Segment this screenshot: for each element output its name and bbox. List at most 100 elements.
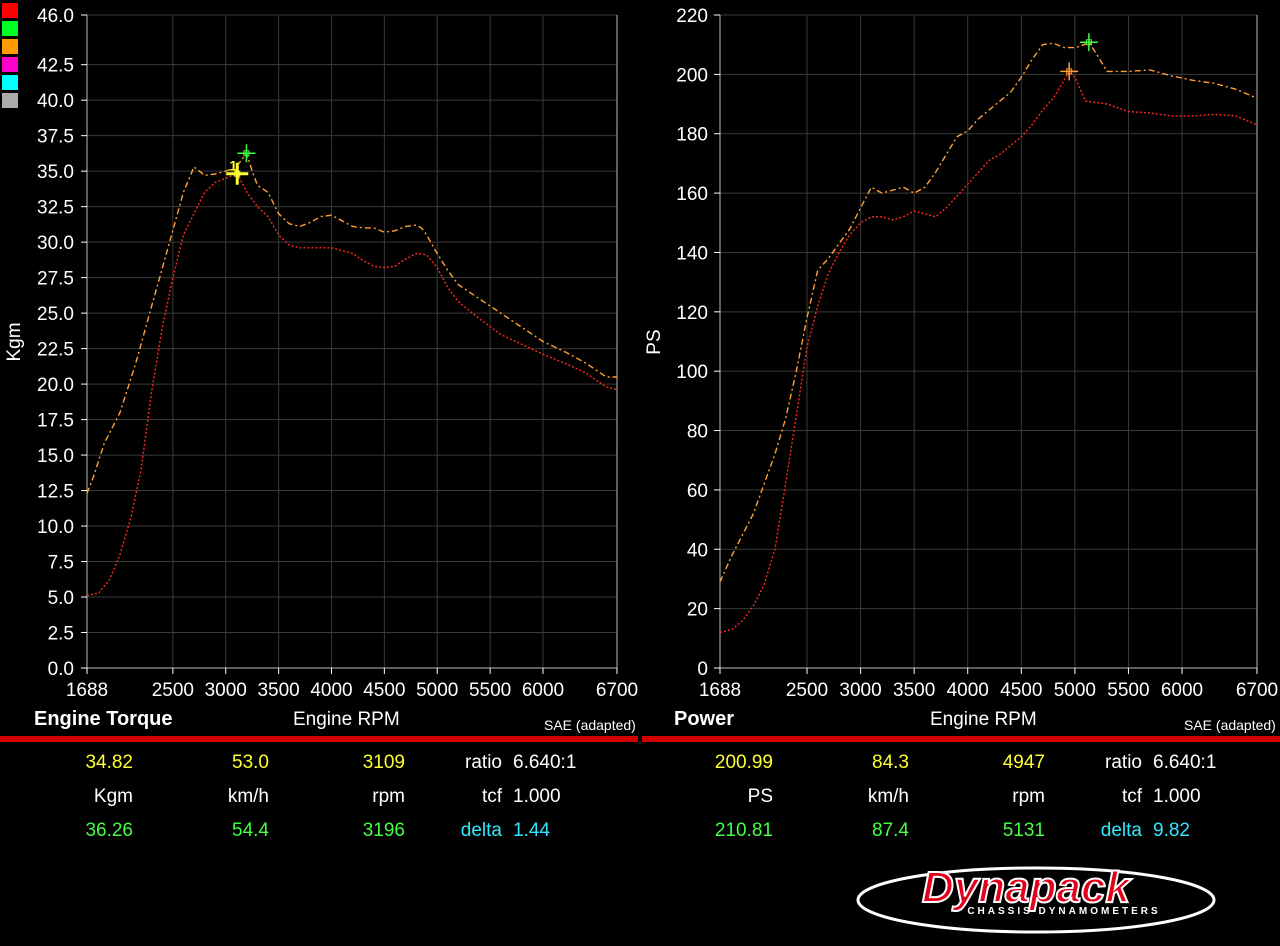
logo-brand-text: Dynapack [922, 863, 1132, 912]
power-rpm-unit: rpm [1012, 786, 1045, 807]
torque-y-tick-label: 32.5 [37, 198, 74, 219]
power-x-axis-title: Engine RPM [930, 709, 1037, 730]
torque-y-tick-label: 20.0 [37, 375, 74, 396]
power-run1-rpm: 4947 [1002, 752, 1045, 773]
torque-x-tick-label: 5000 [416, 680, 458, 701]
power-x-tick-label: 4500 [1000, 680, 1042, 701]
power-x-tick-label: 3500 [893, 680, 935, 701]
power-run2-value: 210.81 [714, 820, 773, 841]
torque-y-tick-label: 40.0 [37, 91, 74, 112]
power-tcf-value: 1.000 [1153, 786, 1201, 807]
torque-y-tick-label: 10.0 [37, 517, 74, 538]
power-run1-value: 200.99 [714, 752, 773, 773]
power-x-tick-label: 3000 [839, 680, 881, 701]
torque-run2-speed: 54.4 [232, 820, 269, 841]
torque-y-axis-label: Kgm [4, 322, 25, 361]
torque-y-tick-label: 37.5 [37, 127, 74, 148]
torque-correction-label: SAE (adapted) [544, 717, 636, 733]
power-chart-title: Power [674, 708, 735, 730]
torque-series-line-2 [86, 172, 618, 597]
torque-y-tick-label: 46.0 [37, 6, 74, 27]
power-ratio-value: 6.640:1 [1153, 752, 1217, 773]
torque-y-tick-label: 22.5 [37, 340, 74, 361]
power-ratio-label: ratio [1105, 752, 1142, 773]
torque-y-tick-label: 42.5 [37, 56, 74, 77]
dyno-charts: 0.0 2.5 5.0 7.5 10.0 12.5 15.0 17.5 20.0 22.5 25.0… [4, 6, 1278, 701]
torque-run2-rpm: 3196 [362, 820, 405, 841]
torque-x-tick-label: 6000 [522, 680, 564, 701]
torque-run1-rpm: 3109 [362, 752, 405, 773]
power-y-axis-label: PS [644, 329, 665, 354]
torque-delta-value: 1.44 [513, 820, 550, 841]
torque-tcf-value: 1.000 [513, 786, 561, 807]
torque-divider-bar [0, 736, 638, 742]
torque-unit-label: Kgm [93, 786, 133, 807]
torque-x-tick-label: 4500 [363, 680, 405, 701]
torque-x-tick-label: 6700 [596, 680, 638, 701]
power-correction-label: SAE (adapted) [1184, 717, 1276, 733]
torque-series-line-1 [86, 151, 617, 494]
torque-y-tick-label: 17.5 [37, 411, 74, 432]
power-delta-label: delta [1100, 820, 1142, 841]
torque-chart-title: Engine Torque [34, 708, 173, 730]
torque-delta-label: delta [460, 820, 502, 841]
torque-cursor-label: 1 [229, 158, 237, 174]
power-divider-bar [642, 736, 1280, 742]
torque-y-tick-label: 35.0 [37, 162, 74, 183]
dynapack-logo: Dynapack CHASSIS DYNAMOMETERS [856, 862, 1216, 934]
power-speed-unit: km/h [867, 786, 909, 807]
power-x-tick-label: 4000 [947, 680, 989, 701]
power-y-tick-label: 40 [687, 540, 708, 561]
power-y-tick-label: 140 [676, 243, 708, 264]
power-chart: 0 20 40 60 80 100 120 140 160 180 200 220 1688 2500 30… [644, 6, 1278, 701]
power-x-tick-label: 6700 [1236, 680, 1278, 701]
torque-y-tick-label: 0.0 [48, 659, 74, 680]
power-y-tick-label: 220 [676, 6, 708, 27]
power-x-tick-label: 5000 [1054, 680, 1096, 701]
power-delta-value: 9.82 [1153, 820, 1190, 841]
torque-x-tick-label: 3500 [257, 680, 299, 701]
power-y-tick-label: 200 [676, 65, 708, 86]
power-run2-rpm: 5131 [1002, 820, 1045, 841]
power-series-line-2 [719, 70, 1258, 634]
torque-ratio-value: 6.640:1 [513, 752, 577, 773]
torque-speed-unit: km/h [227, 786, 269, 807]
power-y-tick-label: 60 [687, 481, 708, 502]
power-y-tick-label: 100 [676, 362, 708, 383]
torque-y-tick-label: 2.5 [48, 624, 74, 645]
power-y-tick-label: 120 [676, 303, 708, 324]
torque-x-tick-label: 3000 [205, 680, 247, 701]
power-x-tick-label: 5500 [1107, 680, 1149, 701]
torque-y-tick-label: 25.0 [37, 304, 74, 325]
torque-x-tick-label: 2500 [152, 680, 194, 701]
torque-y-tick-label: 30.0 [37, 233, 74, 254]
torque-ratio-label: ratio [465, 752, 502, 773]
torque-x-tick-label: 5500 [469, 680, 511, 701]
torque-rpm-unit: rpm [372, 786, 405, 807]
power-run2-speed: 87.4 [872, 820, 909, 841]
torque-run2-value: 36.26 [85, 820, 133, 841]
power-y-tick-label: 0 [697, 659, 708, 680]
power-x-tick-label: 6000 [1161, 680, 1203, 701]
torque-chart: 0.0 2.5 5.0 7.5 10.0 12.5 15.0 17.5 20.0 22.5 25.0… [4, 6, 638, 701]
power-x-tick-label: 2500 [786, 680, 828, 701]
torque-y-tick-label: 12.5 [37, 482, 74, 503]
power-tcf-label: tcf [1121, 786, 1142, 807]
torque-tcf-label: tcf [481, 786, 502, 807]
torque-x-tick-label: 1688 [66, 680, 108, 701]
torque-x-tick-label: 4000 [310, 680, 352, 701]
power-run1-speed: 84.3 [872, 752, 909, 773]
logo-tagline: CHASSIS DYNAMOMETERS [967, 906, 1160, 917]
torque-x-axis-title: Engine RPM [293, 709, 400, 730]
power-y-tick-label: 80 [687, 422, 708, 443]
power-y-tick-label: 180 [676, 125, 708, 146]
torque-y-tick-label: 7.5 [48, 553, 74, 574]
torque-y-tick-label: 15.0 [37, 446, 74, 467]
power-unit-label: PS [747, 786, 773, 807]
power-y-tick-label: 160 [676, 184, 708, 205]
power-y-tick-label: 20 [687, 600, 708, 621]
power-x-tick-label: 1688 [699, 680, 741, 701]
torque-y-tick-label: 5.0 [48, 588, 74, 609]
torque-run1-value: 34.82 [85, 752, 133, 773]
torque-run1-speed: 53.0 [232, 752, 269, 773]
